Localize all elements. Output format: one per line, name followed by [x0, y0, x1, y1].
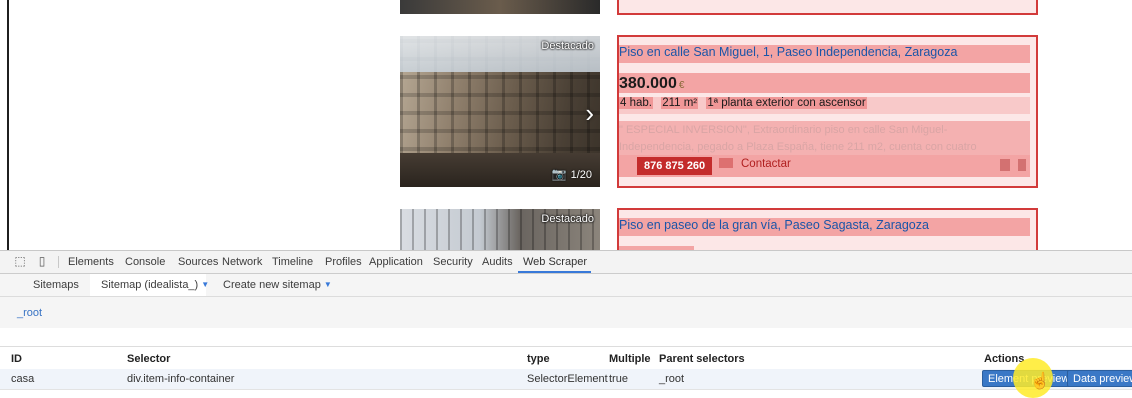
- col-selector: Selector: [127, 353, 171, 365]
- devtools-panel: ⬚ ▯ Elements Console Sources Network Tim…: [0, 250, 1132, 397]
- area: 211 m²: [661, 97, 699, 109]
- featured-badge: Destacado: [541, 40, 594, 52]
- trash-icon[interactable]: [1018, 159, 1026, 171]
- listing-description: " ESPECIAL INVERSION", Extraordinario pi…: [619, 124, 977, 153]
- photo-counter: 📷 1/20: [551, 167, 592, 181]
- subtab-create-sitemap[interactable]: Create new sitemap ▼: [223, 279, 332, 291]
- hand-cursor-icon: ☝: [1030, 373, 1050, 390]
- cell-multiple: true: [609, 373, 628, 385]
- tab-security[interactable]: Security: [433, 256, 473, 268]
- listing-title-2[interactable]: Piso en paseo de la gran vía, Paseo Saga…: [619, 218, 929, 232]
- active-tab-indicator: [518, 271, 591, 273]
- tab-console[interactable]: Console: [125, 256, 165, 268]
- tab-timeline[interactable]: Timeline: [272, 256, 313, 268]
- listing-photo[interactable]: Destacado › 📷 1/20: [400, 36, 600, 187]
- heart-icon[interactable]: [1000, 159, 1010, 171]
- table-row[interactable]: casa div.item-info-container SelectorEle…: [0, 369, 1132, 390]
- tab-web-scraper[interactable]: Web Scraper: [523, 256, 587, 268]
- cell-id: casa: [11, 373, 35, 385]
- tab-network[interactable]: Network: [222, 256, 262, 268]
- page-left-border: [7, 0, 9, 250]
- cell-selector: div.item-info-container: [127, 373, 235, 385]
- col-multiple: Multiple: [609, 353, 651, 365]
- featured-badge-2: Destacado: [541, 213, 594, 225]
- chevron-down-icon: ▼: [201, 280, 210, 289]
- page-viewport: Destacado › 📷 1/20 Piso en calle San Migu…: [0, 0, 1132, 250]
- phone-button[interactable]: 876 875 260: [637, 157, 713, 175]
- chevron-down-icon: ▼: [323, 280, 332, 289]
- listing-card-2[interactable]: Piso en paseo de la gran vía, Paseo Saga…: [617, 208, 1038, 250]
- envelope-icon: [719, 158, 733, 168]
- contact-button[interactable]: Contactar: [719, 158, 791, 170]
- listing-card-previous[interactable]: [617, 0, 1038, 15]
- listing-photo-2[interactable]: Destacado: [400, 209, 600, 250]
- tab-application[interactable]: Application: [369, 256, 423, 268]
- col-id: ID: [11, 353, 22, 365]
- tab-profiles[interactable]: Profiles: [325, 256, 362, 268]
- chevron-right-icon[interactable]: ›: [585, 100, 594, 126]
- col-type: type: [527, 353, 550, 365]
- tab-sources[interactable]: Sources: [178, 256, 218, 268]
- breadcrumb-root[interactable]: _root: [17, 307, 42, 319]
- cell-parent: _root: [659, 373, 685, 385]
- rooms: 4 hab.: [619, 97, 653, 109]
- listing-details: 4 hab. 211 m² 1ª planta exterior con asc…: [619, 97, 872, 109]
- subtab-sitemap-idealista[interactable]: Sitemap (idealista_) ▼: [101, 279, 209, 291]
- cell-type: SelectorElement: [527, 373, 608, 385]
- col-parent: Parent selectors: [659, 353, 745, 365]
- floor: 1ª planta exterior con ascensor: [706, 97, 867, 109]
- listing-card[interactable]: Piso en calle San Miguel, 1, Paseo Indep…: [617, 35, 1038, 188]
- data-preview-button[interactable]: Data preview: [1067, 370, 1132, 387]
- inspect-icon[interactable]: ⬚: [13, 255, 27, 268]
- listing-price: 380.000 €: [619, 75, 685, 92]
- devtools-tabbar: ⬚ ▯ Elements Console Sources Network Tim…: [0, 251, 1132, 274]
- device-mode-icon[interactable]: ▯: [35, 255, 49, 268]
- table-header: ID Selector type Multiple Parent selecto…: [0, 346, 1132, 370]
- breadcrumb: _root: [0, 297, 1132, 328]
- listing-photo-previous[interactable]: [400, 0, 600, 14]
- tab-elements[interactable]: Elements: [68, 256, 114, 268]
- camera-icon: 📷: [551, 167, 567, 181]
- listing-title[interactable]: Piso en calle San Miguel, 1, Paseo Indep…: [619, 45, 957, 59]
- tab-audits[interactable]: Audits: [482, 256, 513, 268]
- subtab-sitemaps[interactable]: Sitemaps: [33, 279, 79, 291]
